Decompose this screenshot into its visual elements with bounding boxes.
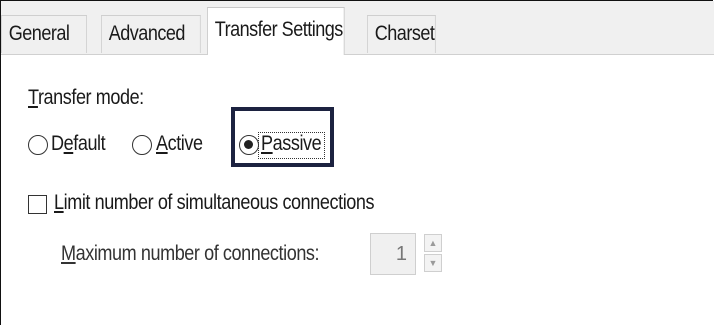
tab-transfer-settings[interactable]: Transfer Settings bbox=[207, 7, 345, 55]
radio-default-label-text: Default bbox=[51, 132, 106, 155]
transfer-mode-label: Transfer mode: bbox=[28, 86, 144, 110]
tab-general[interactable]: General bbox=[1, 15, 87, 53]
tab-charset[interactable]: Charset bbox=[367, 15, 436, 53]
radio-default-label[interactable]: Default bbox=[51, 132, 106, 156]
limit-connections-label-text: Limit number of simultaneous connections bbox=[54, 191, 375, 214]
radio-active-label[interactable]: Active bbox=[156, 132, 203, 156]
tab-advanced-label: Advanced bbox=[108, 22, 186, 45]
radio-passive-label-text: Passive bbox=[261, 132, 322, 155]
max-connections-input[interactable]: 1 bbox=[370, 233, 416, 275]
transfer-mode-label-text: Transfer mode: bbox=[28, 86, 144, 109]
tab-general-label: General bbox=[8, 22, 70, 45]
tab-advanced[interactable]: Advanced bbox=[101, 15, 201, 53]
settings-dialog: General Advanced Transfer Settings Chars… bbox=[0, 0, 714, 326]
spin-up-arrow-icon[interactable]: ▲ bbox=[424, 234, 442, 252]
limit-connections-checkbox[interactable] bbox=[28, 195, 47, 214]
max-connections-label-text: Maximum number of connections: bbox=[61, 242, 320, 265]
tab-strip: General Advanced Transfer Settings Chars… bbox=[1, 1, 714, 55]
max-connections-value: 1 bbox=[395, 243, 407, 265]
tab-charset-label: Charset bbox=[374, 22, 435, 45]
transfer-settings-panel: Transfer mode: Default Active Passive Li… bbox=[1, 55, 714, 326]
limit-connections-label[interactable]: Limit number of simultaneous connections bbox=[54, 191, 375, 215]
radio-passive-circle[interactable] bbox=[239, 135, 259, 155]
radio-default-circle[interactable] bbox=[28, 135, 48, 155]
radio-active-label-text: Active bbox=[156, 132, 203, 155]
radio-active-circle[interactable] bbox=[132, 135, 152, 155]
tab-transfer-settings-label: Transfer Settings bbox=[214, 18, 344, 41]
max-connections-label: Maximum number of connections: bbox=[61, 242, 320, 266]
spin-down-arrow-icon[interactable]: ▼ bbox=[424, 254, 442, 272]
radio-passive-label[interactable]: Passive bbox=[261, 132, 322, 156]
